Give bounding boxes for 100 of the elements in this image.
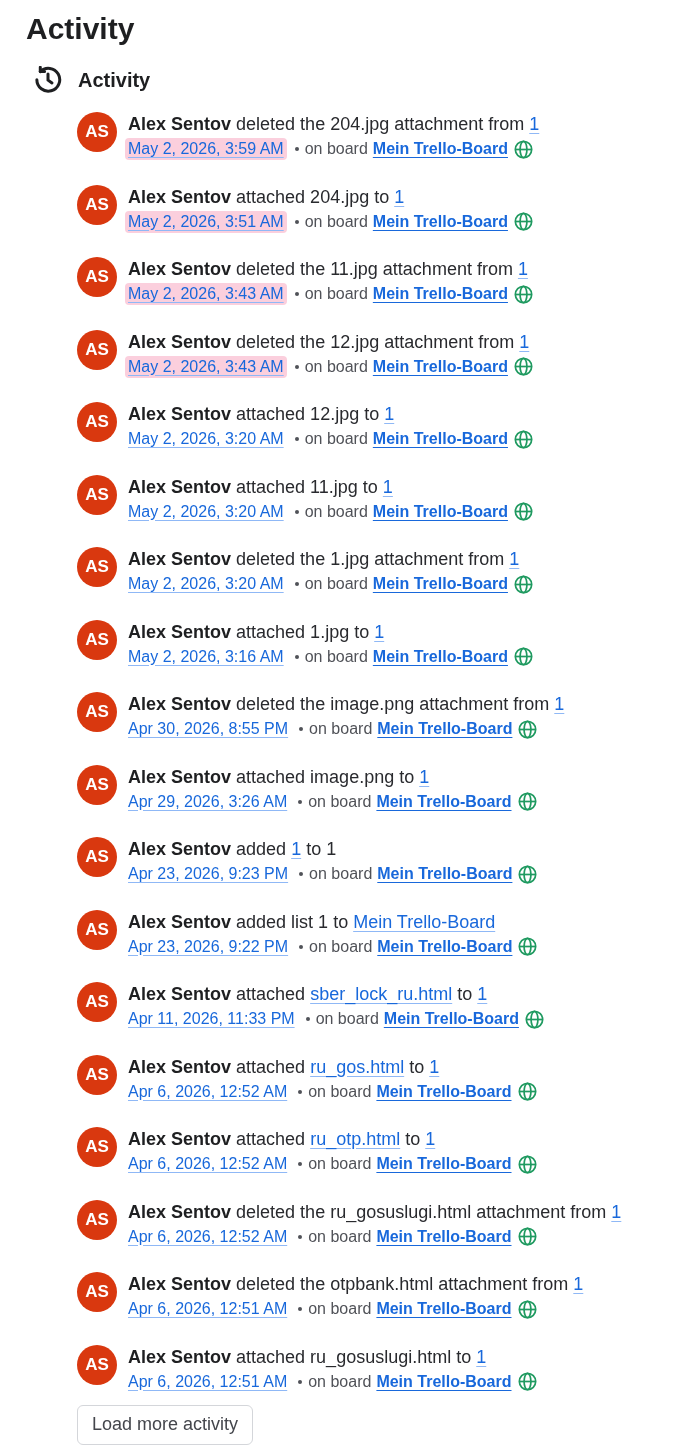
meta-text: on board bbox=[308, 1299, 372, 1319]
user-avatar[interactable]: AS bbox=[77, 837, 117, 877]
message-link[interactable]: 1 bbox=[291, 839, 302, 859]
message-link[interactable]: 1 bbox=[382, 476, 393, 497]
bullet-icon bbox=[305, 1017, 310, 1021]
timestamp-link[interactable]: Apr 23, 2026, 9:23 PM bbox=[125, 863, 292, 885]
globe-icon bbox=[513, 502, 533, 521]
user-avatar[interactable]: AS bbox=[77, 402, 117, 442]
board-link[interactable]: Mein Trello-Board bbox=[372, 427, 508, 451]
globe-icon bbox=[517, 1299, 537, 1319]
board-link[interactable]: Mein Trello-Board bbox=[383, 1007, 519, 1031]
meta-text: on board bbox=[304, 211, 368, 232]
message-link[interactable]: 1 bbox=[509, 549, 520, 569]
message-link[interactable]: sber_lock_ru.html bbox=[310, 984, 453, 1004]
user-avatar[interactable]: AS bbox=[77, 692, 117, 732]
board-link[interactable]: Mein Trello-Board bbox=[372, 354, 508, 379]
timestamp-link[interactable]: May 2, 2026, 3:20 AM bbox=[125, 500, 287, 523]
timestamp-link[interactable]: May 2, 2026, 3:20 AM bbox=[125, 573, 287, 595]
activity-message: Alex Sentov deleted the image.png attachment from 1 bbox=[128, 693, 565, 716]
activity-message: Alex Sentov attached sber_lock_ru.html to 1 bbox=[128, 983, 488, 1006]
user-avatar[interactable]: AS bbox=[77, 257, 117, 297]
board-link[interactable]: Mein Trello-Board bbox=[376, 1224, 512, 1249]
message-link[interactable]: 1 bbox=[529, 114, 540, 134]
message-link[interactable]: 1 bbox=[477, 984, 488, 1004]
globe-icon bbox=[517, 1372, 537, 1391]
board-link[interactable]: Mein Trello-Board bbox=[376, 1369, 512, 1394]
user-avatar[interactable]: AS bbox=[77, 1054, 117, 1095]
board-link[interactable]: Mein Trello-Board bbox=[372, 499, 508, 524]
meta-text: on board bbox=[304, 646, 368, 667]
board-link[interactable]: Mein Trello-Board bbox=[377, 862, 513, 886]
bullet-icon bbox=[298, 1234, 303, 1239]
user-avatar[interactable]: AS bbox=[77, 982, 117, 1022]
board-link[interactable]: Mein Trello-Board bbox=[377, 934, 513, 959]
message-link[interactable]: 1 bbox=[425, 1129, 436, 1149]
meta-text: on board bbox=[304, 356, 368, 377]
user-avatar[interactable]: AS bbox=[77, 909, 117, 950]
message-link[interactable]: 1 bbox=[394, 186, 405, 207]
meta-text: on board bbox=[304, 139, 368, 159]
timestamp-link[interactable]: Apr 6, 2026, 12:52 AM bbox=[125, 1080, 291, 1103]
timestamp-link[interactable]: May 2, 2026, 3:20 AM bbox=[125, 428, 287, 450]
message-link[interactable]: Mein Trello-Board bbox=[353, 911, 496, 932]
timestamp-link[interactable]: Apr 6, 2026, 12:52 AM bbox=[125, 1225, 291, 1248]
message-link[interactable]: 1 bbox=[384, 404, 395, 424]
user-avatar[interactable]: AS bbox=[77, 1199, 117, 1240]
timestamp-link[interactable]: May 2, 2026, 3:16 AM bbox=[125, 645, 287, 668]
board-link[interactable]: Mein Trello-Board bbox=[376, 1079, 512, 1104]
timestamp-link[interactable]: May 2, 2026, 3:43 AM bbox=[125, 283, 287, 305]
user-avatar[interactable]: AS bbox=[77, 764, 117, 805]
section-title: Activity bbox=[78, 68, 151, 93]
user-avatar[interactable]: AS bbox=[77, 1272, 117, 1312]
user-avatar[interactable]: AS bbox=[77, 619, 117, 660]
board-link[interactable]: Mein Trello-Board bbox=[376, 789, 512, 814]
timestamp-link[interactable]: May 2, 2026, 3:43 AM bbox=[125, 355, 287, 378]
timestamp-link[interactable]: May 2, 2026, 3:59 AM bbox=[125, 138, 287, 160]
globe-icon bbox=[518, 719, 538, 739]
board-link[interactable]: Mein Trello-Board bbox=[372, 572, 508, 596]
activity-message: Alex Sentov deleted the ru_gosuslugi.html attachment from 1 bbox=[128, 1200, 622, 1224]
message-link[interactable]: 1 bbox=[374, 621, 385, 642]
board-link[interactable]: Mein Trello-Board bbox=[377, 717, 513, 741]
board-link[interactable]: Mein Trello-Board bbox=[372, 209, 508, 234]
bullet-icon bbox=[298, 1379, 303, 1384]
meta-text: on board bbox=[304, 429, 368, 449]
timestamp-link[interactable]: Apr 23, 2026, 9:22 PM bbox=[125, 935, 292, 958]
user-avatar[interactable]: AS bbox=[77, 1344, 117, 1385]
activity-message: Alex Sentov attached ru_otp.html to 1 bbox=[128, 1128, 436, 1151]
user-avatar[interactable]: AS bbox=[77, 547, 117, 587]
message-link[interactable]: 1 bbox=[419, 766, 430, 787]
message-link[interactable]: 1 bbox=[554, 694, 565, 714]
meta-text: on board bbox=[308, 1081, 372, 1102]
board-link[interactable]: Mein Trello-Board bbox=[376, 1152, 512, 1176]
message-link[interactable]: 1 bbox=[476, 1346, 487, 1367]
message-link[interactable]: ru_gos.html bbox=[310, 1056, 405, 1077]
message-link[interactable]: ru_otp.html bbox=[310, 1129, 401, 1149]
message-link[interactable]: 1 bbox=[519, 331, 530, 352]
timestamp-link[interactable]: Apr 6, 2026, 12:51 AM bbox=[125, 1298, 291, 1320]
timestamp-link[interactable]: Apr 30, 2026, 8:55 PM bbox=[125, 718, 292, 740]
bullet-icon bbox=[294, 147, 299, 151]
timestamp-link[interactable]: Apr 6, 2026, 12:51 AM bbox=[125, 1370, 291, 1393]
message-link[interactable]: 1 bbox=[573, 1274, 584, 1294]
message-link[interactable]: 1 bbox=[611, 1201, 622, 1222]
board-link[interactable]: Mein Trello-Board bbox=[372, 137, 508, 161]
board-link[interactable]: Mein Trello-Board bbox=[376, 1297, 512, 1321]
user-avatar[interactable]: AS bbox=[77, 474, 117, 515]
timestamp-link[interactable]: Apr 11, 2026, 11:33 PM bbox=[125, 1008, 298, 1030]
activity-message: Alex Sentov attached ru_gos.html to 1 bbox=[128, 1055, 440, 1079]
timestamp-link[interactable]: Apr 6, 2026, 12:52 AM bbox=[125, 1153, 291, 1175]
user-avatar[interactable]: AS bbox=[77, 112, 117, 152]
user-avatar[interactable]: AS bbox=[77, 329, 117, 370]
activity-message: Alex Sentov deleted the 204.jpg attachment from 1 bbox=[128, 113, 540, 136]
board-link[interactable]: Mein Trello-Board bbox=[372, 282, 508, 306]
timestamp-link[interactable]: May 2, 2026, 3:51 AM bbox=[125, 210, 287, 233]
load-more-button[interactable]: Load more activity bbox=[77, 1404, 254, 1445]
message-link[interactable]: 1 bbox=[429, 1056, 440, 1077]
meta-text: on board bbox=[308, 1154, 372, 1174]
user-avatar[interactable]: AS bbox=[77, 184, 117, 225]
message-link[interactable]: 1 bbox=[517, 259, 528, 279]
globe-icon bbox=[513, 574, 533, 594]
board-link[interactable]: Mein Trello-Board bbox=[372, 644, 508, 669]
timestamp-link[interactable]: Apr 29, 2026, 3:26 AM bbox=[125, 790, 291, 813]
user-avatar[interactable]: AS bbox=[77, 1127, 117, 1167]
